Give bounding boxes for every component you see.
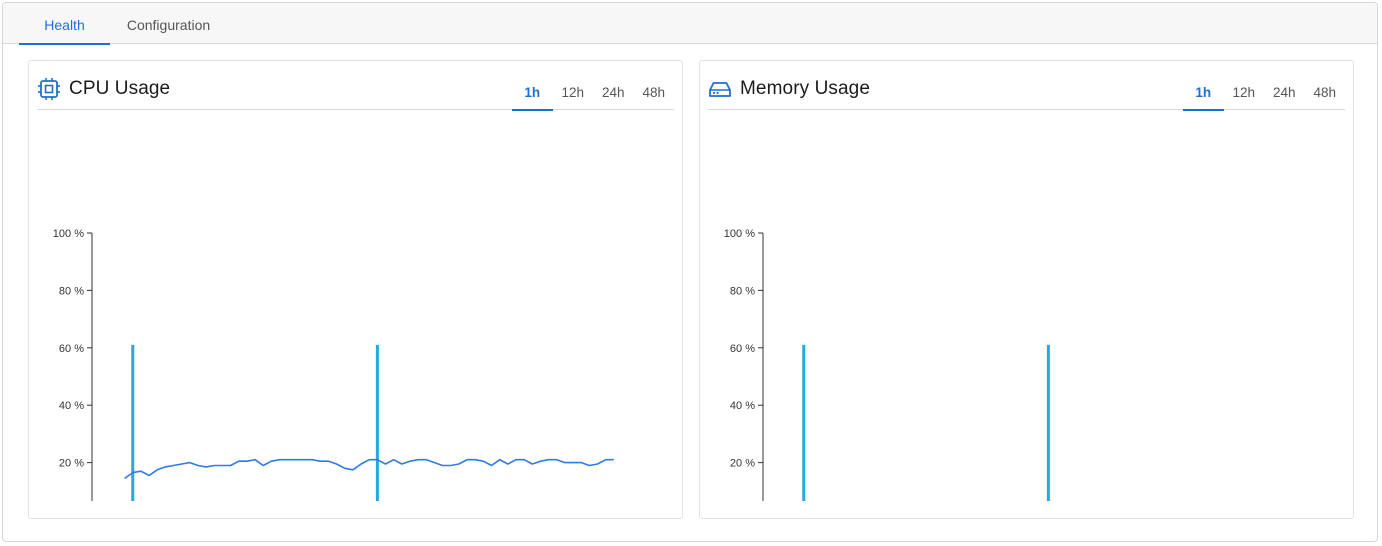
memory-range-24h[interactable]: 24h [1264, 80, 1305, 110]
series-line [124, 458, 614, 480]
memory-range-12h[interactable]: 12h [1224, 80, 1265, 110]
y-tick-label: 20 % [730, 458, 755, 470]
cpu-usage-chart: 0 %20 %40 %60 %80 %100 %09:2509:3009:350… [53, 228, 614, 501]
memory-panel-header: Memory Usage 1h 12h 24h 48h [708, 61, 1346, 111]
memory-range-tabs: 1h 12h 24h 48h [1183, 80, 1346, 111]
memory-panel-title: Memory Usage [740, 78, 871, 99]
cpu-range-48h[interactable]: 48h [634, 80, 675, 110]
memory-usage-chart: 0 %20 %40 %60 %80 %100 %09:2509:3009:350… [724, 228, 1050, 501]
y-tick-label: 80 % [59, 285, 84, 297]
cpu-range-tabs: 1h 12h 24h 48h [512, 80, 675, 111]
memory-usage-panel: Memory Usage 1h 12h 24h 48h 0 %20 %40 %6… [699, 60, 1354, 519]
cpu-chip-icon [37, 78, 61, 100]
y-tick-label: 100 % [724, 228, 755, 240]
y-tick-label: 60 % [59, 343, 84, 355]
cpu-range-24h[interactable]: 24h [593, 80, 634, 110]
tab-configuration[interactable]: Configuration [116, 3, 221, 44]
cpu-range-1h[interactable]: 1h [512, 80, 553, 111]
y-tick-label: 40 % [59, 400, 84, 412]
y-tick-label: 100 % [53, 228, 84, 240]
y-tick-label: 40 % [730, 400, 755, 412]
health-page: Health Configuration CPU Usage 1h 12h 24… [2, 2, 1378, 542]
cpu-range-12h[interactable]: 12h [553, 80, 594, 110]
y-tick-label: 60 % [730, 343, 755, 355]
tab-health[interactable]: Health [19, 3, 110, 45]
cpu-panel-header: CPU Usage 1h 12h 24h 48h [37, 61, 675, 111]
memory-range-1h[interactable]: 1h [1183, 80, 1224, 111]
cpu-panel-title: CPU Usage [69, 78, 171, 99]
memory-range-48h[interactable]: 48h [1305, 80, 1346, 110]
cpu-usage-panel: CPU Usage 1h 12h 24h 48h 0 %20 %40 %60 %… [28, 60, 683, 519]
y-tick-label: 20 % [59, 458, 84, 470]
main-tab-bar: Health Configuration [3, 3, 1377, 45]
y-tick-label: 80 % [730, 285, 755, 297]
hard-drive-icon [708, 78, 732, 100]
